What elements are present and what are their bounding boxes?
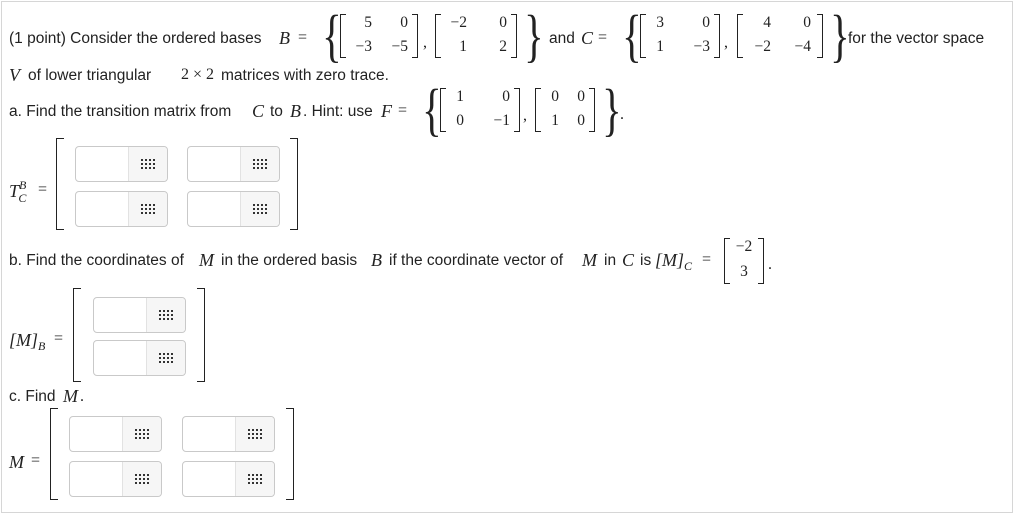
part-a-label: a. Find the transition matrix from [9,103,232,120]
for-space-text: for the vector space [848,30,985,47]
matrix-keyboard-icon[interactable] [235,417,274,451]
matrix-c1: 3 0 1 −3 [640,14,720,58]
matrix-keyboard-icon[interactable] [235,462,274,496]
matrix-f2: 0 0 1 0 [535,88,595,132]
set-open-brace: { [422,77,442,142]
matrix-keyboard-icon[interactable] [122,417,161,451]
set-open-brace: { [322,3,342,68]
answer-b-1-input[interactable] [94,298,146,332]
answer-a-21[interactable] [75,191,168,227]
set-close-brace: } [830,3,850,68]
answer-c-22-input[interactable] [183,462,235,496]
and-text: and [549,30,575,47]
matrix-f1: 1 0 0 −1 [440,88,520,132]
matrix-keyboard-icon[interactable] [240,192,279,226]
answer-a-22-input[interactable] [188,192,240,226]
given-coordinate-vector: −2 3 [724,238,764,284]
set-open-brace: { [622,3,642,68]
answer-b-2-input[interactable] [94,341,146,375]
intro-text: (1 point) Consider the ordered bases [9,30,262,47]
matrix-m-label: M [9,452,24,472]
answer-a-12[interactable] [187,146,280,182]
answer-c-12[interactable] [182,416,275,452]
matrix-keyboard-icon[interactable] [128,147,167,181]
answer-c-12-input[interactable] [183,417,235,451]
space-v-symbol: V [9,65,20,85]
basis-b-symbol: B [279,28,290,48]
answer-b-2[interactable] [93,340,186,376]
hint-text: . Hint: use [303,103,373,120]
transition-matrix-label: TBC [9,178,27,205]
matrix-keyboard-icon[interactable] [122,462,161,496]
matrix-keyboard-icon[interactable] [146,341,185,375]
answer-c-21-input[interactable] [70,462,122,496]
equals-sign: = [298,29,308,46]
answer-a-12-input[interactable] [188,147,240,181]
part-c-label: c. Find [9,388,56,405]
matrix-b1: 5 0 −3 −5 [340,14,418,58]
answer-a-11[interactable] [75,146,168,182]
answer-c-11-input[interactable] [70,417,122,451]
coordinate-vector-c-label: [M]C [655,250,693,273]
part-b-label: b. Find the coordinates of [9,252,184,269]
dimension-text: 2 × 2 [181,66,215,83]
set-close-brace: } [524,3,544,68]
matrix-b2: −2 0 1 2 [435,14,517,58]
matrix-keyboard-icon[interactable] [146,298,185,332]
answer-c-22[interactable] [182,461,275,497]
space-description: of lower triangular [28,67,152,84]
answer-b-1[interactable] [93,297,186,333]
answer-a-11-input[interactable] [76,147,128,181]
matrix-c2: 4 0 −2 −4 [737,14,823,58]
zero-trace-text: matrices with zero trace. [221,67,389,84]
answer-a-21-input[interactable] [76,192,128,226]
set-close-brace: } [602,77,622,142]
matrix-keyboard-icon[interactable] [240,147,279,181]
answer-c-11[interactable] [69,416,162,452]
answer-a-22[interactable] [187,191,280,227]
answer-c-21[interactable] [69,461,162,497]
matrix-keyboard-icon[interactable] [128,192,167,226]
basis-c-symbol: C [581,28,594,48]
coordinate-vector-b-label: [M]B [9,330,46,353]
